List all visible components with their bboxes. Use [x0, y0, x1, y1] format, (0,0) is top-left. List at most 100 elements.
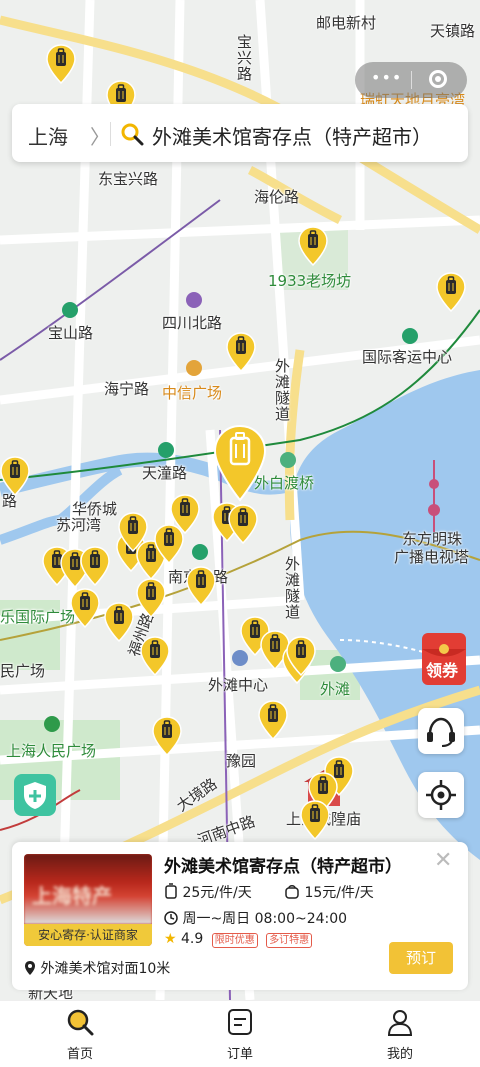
address-row: 外滩美术馆对面10米: [24, 958, 170, 978]
mini-program-capsule[interactable]: •••: [355, 62, 467, 98]
hours: 周一~周日 08:00~24:00: [182, 911, 348, 927]
coupon-label: 领券: [426, 661, 459, 680]
map-label: 民广场: [0, 662, 46, 680]
close-mini-program-icon[interactable]: [429, 70, 447, 88]
luggage-storage-pin[interactable]: [436, 272, 466, 312]
rating-row: ★ 4.9 限时优惠 多订特惠: [164, 931, 313, 948]
map-label: 海宁路: [104, 380, 150, 398]
luggage-storage-pin[interactable]: [226, 332, 256, 372]
map-label: 天镇路: [430, 22, 476, 40]
location-card[interactable]: 上海特产 安心寄存·认证商家 外滩美术馆寄存点（特产超市） ✕ 25元/件/天 …: [12, 842, 468, 990]
mall-icon: [186, 360, 202, 376]
luggage-storage-pin[interactable]: [286, 636, 316, 676]
map-label: 中信广场: [162, 384, 223, 402]
locate-me-button[interactable]: [418, 772, 464, 818]
scenic-icon: [330, 656, 346, 672]
home-search-icon: [67, 1009, 94, 1036]
luggage-storage-pin[interactable]: [154, 524, 184, 564]
luggage-storage-pin[interactable]: [258, 700, 288, 740]
store-photo-text: 上海特产: [32, 884, 112, 908]
orders-icon: [228, 1009, 252, 1035]
scenic-icon: [280, 452, 296, 468]
map-label: 宝兴路: [235, 34, 253, 82]
map-label: 乐国际广场: [0, 608, 76, 626]
locate-icon: [426, 780, 456, 810]
map-label: 东宝兴路: [98, 170, 159, 188]
certified-badge: 安心寄存·认证商家: [24, 924, 152, 946]
selected-location-pin[interactable]: [213, 424, 267, 502]
coupon-button[interactable]: 领券: [418, 631, 474, 687]
map-label: 海伦路: [254, 188, 300, 206]
metro-station-icon: [158, 442, 174, 458]
price-large-row: 25元/件/天: [164, 882, 252, 902]
promo-tag: 限时优惠: [211, 933, 258, 948]
rating: 4.9: [181, 931, 204, 947]
safety-shield-button[interactable]: [14, 774, 56, 816]
luggage-storage-pin[interactable]: [0, 456, 30, 496]
tab-home[interactable]: 首页: [40, 1007, 120, 1062]
shield-icon: [24, 782, 46, 809]
luggage-storage-pin[interactable]: [140, 636, 170, 676]
luggage-storage-pin[interactable]: [228, 504, 258, 544]
map-label: 外滩隧道: [283, 556, 301, 620]
search-icon: [120, 122, 144, 146]
luggage-storage-pin[interactable]: [186, 566, 216, 606]
search-divider: [110, 122, 111, 146]
tab-mine-label: 我的: [386, 1047, 413, 1062]
map-label: 宝山路: [48, 324, 94, 342]
tab-mine[interactable]: 我的: [360, 1007, 440, 1062]
luggage-storage-pin[interactable]: [298, 226, 328, 266]
hours-row: 周一~周日 08:00~24:00: [164, 908, 347, 928]
metro-station-icon: [402, 328, 418, 344]
city-selector[interactable]: 上海: [28, 121, 68, 150]
clock-icon: [164, 911, 178, 925]
luggage-storage-pin[interactable]: [300, 800, 330, 840]
address: 外滩美术馆对面10米: [40, 961, 171, 977]
store-photo: 上海特产 安心寄存·认证商家: [24, 854, 152, 946]
user-icon: [387, 1010, 413, 1036]
map-label: 豫园: [226, 752, 257, 770]
location-pin-icon: [25, 961, 35, 975]
bag-icon: [285, 885, 299, 899]
map-label: 外滩中心: [208, 676, 269, 694]
map-label: 苏河湾: [56, 516, 102, 534]
promo-tag: 多订特惠: [266, 933, 313, 948]
suitcase-icon: [165, 883, 177, 899]
luggage-storage-pin[interactable]: [46, 44, 76, 84]
luggage-storage-pin[interactable]: [80, 546, 110, 586]
luggage-storage-pin[interactable]: [152, 716, 182, 756]
customer-service-button[interactable]: [418, 708, 464, 754]
chevron-right-icon[interactable]: 〉: [90, 121, 110, 150]
luggage-storage-pin[interactable]: [118, 512, 148, 552]
luggage-storage-pin[interactable]: [70, 588, 100, 628]
luggage-storage-pin[interactable]: [104, 602, 134, 642]
map-label: 广播电视塔: [394, 548, 470, 566]
headset-icon: [427, 717, 455, 747]
tab-orders-label: 订单: [226, 1047, 253, 1062]
map-label: 邮电新村: [316, 14, 377, 32]
map-label: 天潼路: [142, 464, 188, 482]
metro-station-icon: [192, 544, 208, 560]
bottom-nav: 首页 订单 我的: [0, 1000, 480, 1067]
tv-tower-icon: [428, 460, 440, 532]
price-large: 25元/件/天: [182, 885, 252, 901]
luggage-storage-pin[interactable]: [136, 578, 166, 618]
map-label: 外滩隧道: [273, 358, 291, 422]
search-query[interactable]: 外滩美术馆寄存点（特产超市）: [152, 121, 432, 150]
close-icon[interactable]: ✕: [434, 848, 452, 873]
book-button[interactable]: 预订: [389, 942, 453, 974]
tab-orders[interactable]: 订单: [200, 1007, 280, 1062]
price-small-row: 15元/件/天: [284, 882, 374, 902]
metro-station-icon: [62, 302, 78, 318]
map-label: 1933老场坊: [268, 272, 352, 290]
more-icon[interactable]: •••: [371, 68, 402, 87]
metro-station-icon: [186, 292, 202, 308]
capsule-divider: [411, 71, 412, 89]
map-label: 上海人民广场: [6, 742, 97, 760]
search-bar[interactable]: 上海 〉 外滩美术馆寄存点（特产超市）: [12, 104, 468, 162]
park-icon: [44, 716, 60, 732]
price-small: 15元/件/天: [304, 885, 374, 901]
map-label: 四川北路: [162, 314, 223, 332]
star-icon: ★: [164, 931, 177, 947]
tab-home-label: 首页: [66, 1047, 93, 1062]
